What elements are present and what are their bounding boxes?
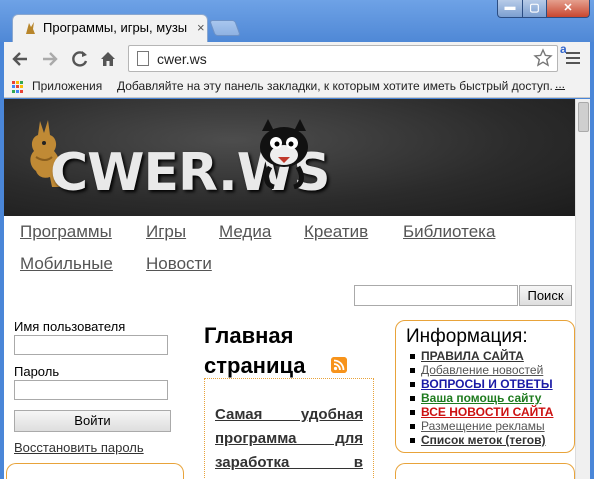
username-field[interactable] [14, 335, 168, 355]
info-link[interactable]: Размещение рекламы [421, 419, 545, 433]
info-link[interactable]: ПРАВИЛА САЙТА [421, 349, 524, 363]
nav-programs[interactable]: Программы [20, 222, 112, 242]
nav-creative[interactable]: Креатив [304, 222, 368, 242]
close-window-button[interactable]: ✕ [546, 0, 590, 18]
password-label: Пароль [14, 364, 60, 379]
scroll-thumb[interactable] [578, 102, 589, 132]
apps-grid-icon[interactable] [12, 81, 24, 93]
bookmarks-hint: Добавляйте на эту панель закладки, к кот… [117, 79, 553, 93]
info-link[interactable]: Ваша помощь сайту [421, 391, 541, 405]
nav-games[interactable]: Игры [146, 222, 186, 242]
page-viewport: CWER.WS Программы Игры Медиа Креатив Биб… [4, 99, 575, 479]
maximize-button[interactable]: ▢ [522, 0, 547, 18]
info-list-item[interactable]: Добавление новостей [408, 363, 553, 377]
bookmarks-more-link[interactable]: ... [555, 77, 565, 91]
info-list-item[interactable]: ВСЕ НОВОСТИ САЙТА [408, 405, 553, 419]
info-link-list: ПРАВИЛА САЙТА Добавление новостей ВОПРОСЫ … [408, 349, 553, 447]
info-link[interactable]: ВСЕ НОВОСТИ САЙТА [421, 405, 553, 419]
home-icon[interactable] [98, 49, 118, 69]
restore-password-link[interactable]: Восстановить пароль [14, 440, 144, 455]
cat-mascot-icon [260, 119, 308, 189]
forward-arrow-icon[interactable] [40, 49, 60, 69]
site-banner[interactable]: CWER.WS [4, 99, 575, 216]
nav-news[interactable]: Новости [146, 254, 212, 274]
apps-shortcut[interactable]: Приложения [32, 79, 102, 93]
rss-feed-icon[interactable] [331, 357, 347, 373]
minimize-button[interactable]: ▬ [497, 0, 523, 18]
reload-icon[interactable] [70, 49, 90, 69]
address-text: cwer.ws [157, 51, 207, 67]
page-icon [137, 51, 149, 66]
vertical-scrollbar[interactable] [575, 99, 590, 479]
close-icon: ✕ [563, 2, 573, 14]
username-label: Имя пользователя [14, 319, 126, 334]
cwer-favicon-icon [26, 22, 35, 34]
info-title: Информация: [406, 326, 528, 347]
tab-title: Программы, игры, музы [43, 20, 188, 35]
login-button[interactable]: Войти [14, 410, 171, 432]
new-tab-button[interactable] [209, 20, 241, 36]
maximize-icon: ▢ [529, 2, 540, 14]
info-list-item[interactable]: ПРАВИЛА САЙТА [408, 349, 553, 363]
hamburger-menu-icon[interactable] [566, 52, 580, 64]
nav-library[interactable]: Библиотека [403, 222, 495, 242]
nav-media[interactable]: Медиа [219, 222, 271, 242]
nav-mobile[interactable]: Мобильные [20, 254, 113, 274]
article-title-link[interactable]: Самая удобная программа для заработка в [215, 403, 363, 475]
browser-toolbar: cwer.ws a [4, 42, 590, 76]
info-list-item[interactable]: Размещение рекламы [408, 419, 553, 433]
minimize-icon: ▬ [504, 1, 516, 13]
info-link[interactable]: ВОПРОСЫ И ОТВЕТЫ [421, 377, 553, 391]
back-arrow-icon[interactable] [10, 49, 30, 69]
info-list-item[interactable]: Список меток (тегов) [408, 433, 553, 447]
left-sidebar-box [6, 463, 184, 479]
browser-window: Программы, игры, музы × ▬ ▢ ✕ cwer.ws a … [0, 0, 594, 479]
info-list-item[interactable]: ВОПРОСЫ И ОТВЕТЫ [408, 377, 553, 391]
password-field[interactable] [14, 380, 168, 400]
bookmarks-bar: Приложения Добавляйте на эту панель закл… [4, 76, 590, 98]
tab-active[interactable]: Программы, игры, музы × [12, 14, 208, 42]
star-icon[interactable] [533, 47, 553, 69]
search-button[interactable]: Поиск [519, 285, 572, 306]
right-sidebar-box [395, 463, 575, 479]
address-bar[interactable]: cwer.ws [128, 45, 558, 72]
search-input[interactable] [354, 285, 518, 306]
info-link[interactable]: Добавление новостей [421, 363, 543, 377]
info-link[interactable]: Список меток (тегов) [421, 433, 546, 447]
info-list-item[interactable]: Ваша помощь сайту [408, 391, 553, 405]
tab-close-icon[interactable]: × [197, 20, 205, 35]
